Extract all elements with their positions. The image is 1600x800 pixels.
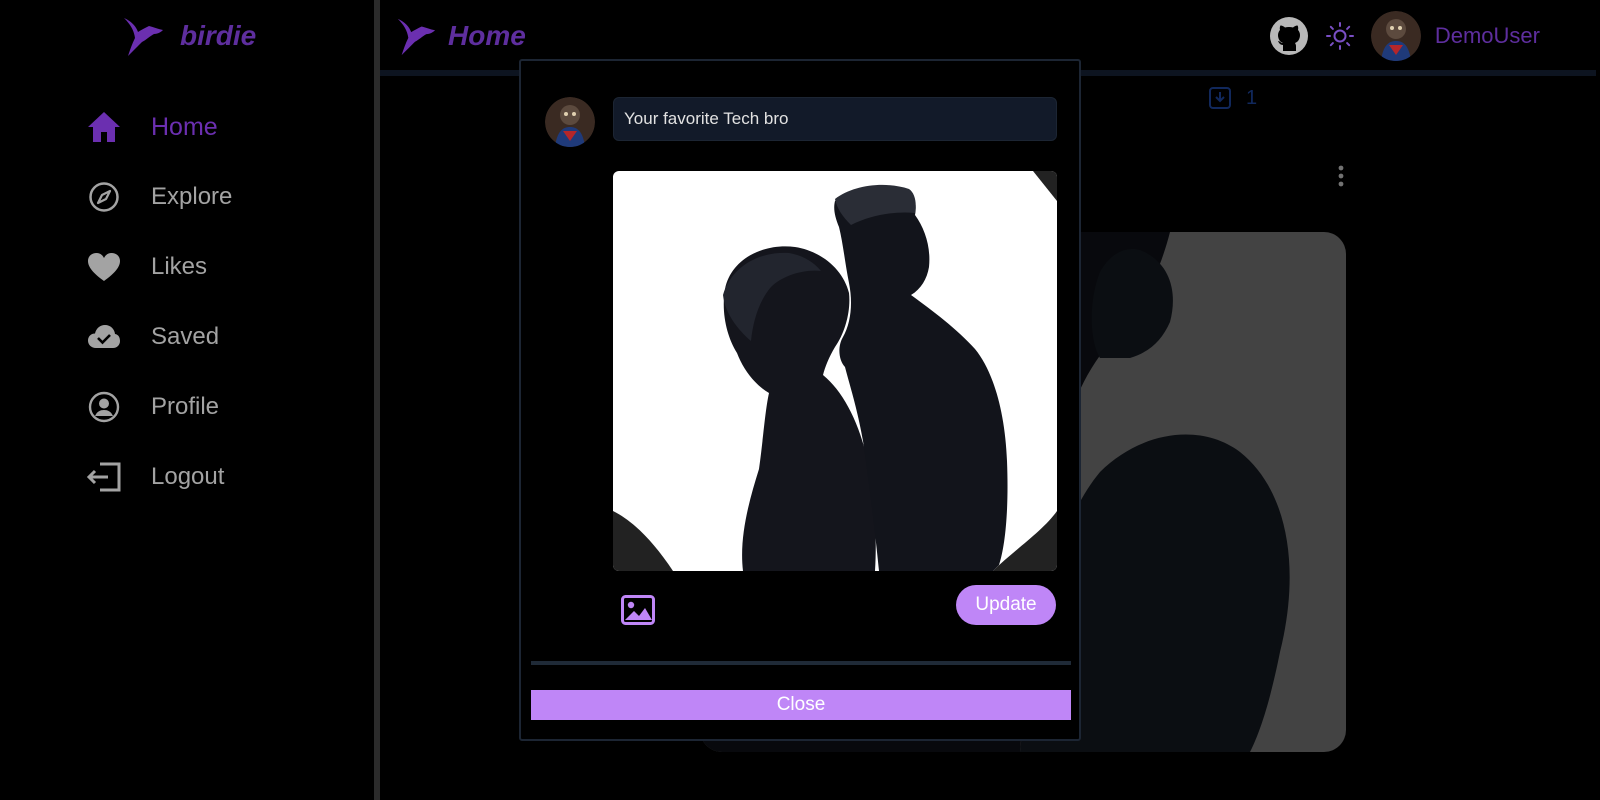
sidebar-item-label: Saved	[151, 323, 220, 350]
home-icon	[84, 107, 124, 147]
heart-icon	[84, 247, 124, 287]
sidebar-nav: Home Explore Likes Saved Profile Logout	[84, 92, 232, 512]
header-actions: DemoUser	[1269, 8, 1540, 64]
sidebar-item-label: Explore	[151, 183, 233, 210]
sidebar-item-explore[interactable]: Explore	[84, 162, 232, 232]
app: birdie Home Explore Likes Saved Profile …	[0, 0, 1600, 800]
close-button[interactable]: Close	[531, 690, 1071, 720]
user-circle-icon	[84, 387, 124, 427]
sidebar-item-saved[interactable]: Saved	[84, 302, 232, 372]
page-title: Home	[448, 20, 526, 51]
sidebar-item-label: Profile	[151, 393, 220, 420]
sidebar-item-label: Home	[151, 112, 218, 141]
cloud-check-icon	[84, 317, 124, 357]
sidebar-item-home[interactable]: Home	[84, 92, 232, 162]
hummingbird-icon	[124, 18, 163, 56]
edit-post-modal: Update Close	[519, 59, 1081, 741]
sidebar-item-label: Likes	[151, 253, 208, 280]
brand-name: birdie	[180, 20, 257, 51]
sidebar-item-logout[interactable]: Logout	[84, 442, 232, 512]
avatar[interactable]	[1370, 11, 1421, 61]
page-heading: Home	[394, 8, 526, 64]
logout-icon	[84, 457, 124, 497]
sidebar-item-label: Logout	[151, 463, 225, 490]
brand-logo[interactable]: birdie	[120, 8, 256, 64]
sidebar: birdie Home Explore Likes Saved Profile …	[0, 0, 372, 800]
update-button[interactable]: Update	[956, 585, 1056, 625]
image-upload-icon[interactable]	[621, 595, 655, 625]
sun-icon[interactable]	[1325, 21, 1355, 51]
compass-icon	[84, 177, 124, 217]
hummingbird-icon	[397, 18, 436, 56]
username[interactable]: DemoUser	[1435, 23, 1540, 49]
avatar	[545, 97, 595, 147]
github-icon[interactable]	[1269, 16, 1309, 56]
modal-divider	[531, 661, 1071, 665]
sidebar-item-profile[interactable]: Profile	[84, 372, 232, 442]
sidebar-item-likes[interactable]: Likes	[84, 232, 232, 302]
post-image-preview	[613, 171, 1057, 571]
caption-input[interactable]	[613, 97, 1057, 141]
